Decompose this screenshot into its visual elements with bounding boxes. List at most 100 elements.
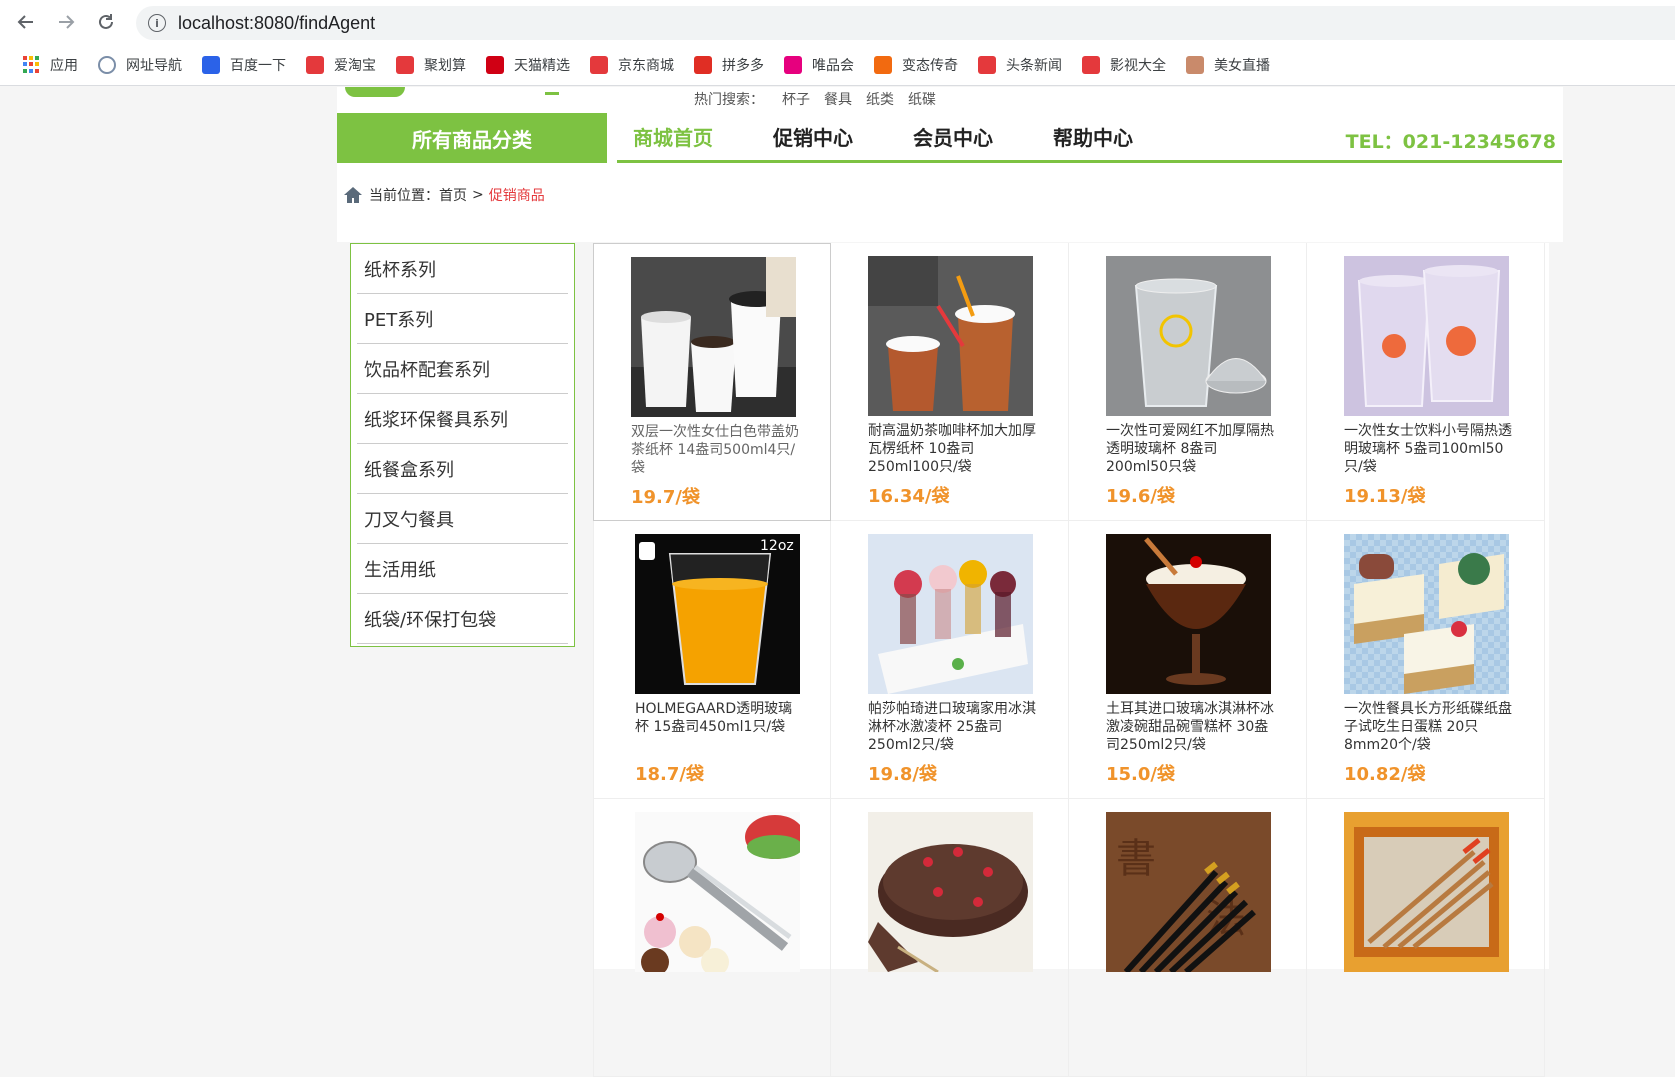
- product-price: 19.6/袋: [1106, 486, 1175, 507]
- hot-search: 热门搜索： 杯子 餐具 纸类 纸碟: [694, 89, 936, 109]
- hot-search-link[interactable]: 杯子: [782, 89, 810, 109]
- product-image[interactable]: [868, 812, 1033, 972]
- nav-help[interactable]: 帮助中心: [1053, 122, 1133, 151]
- hot-search-link[interactable]: 餐具: [824, 89, 852, 109]
- product-price: 19.7/袋: [631, 487, 700, 508]
- product-card[interactable]: [1307, 799, 1545, 1077]
- nav-members[interactable]: 会员中心: [913, 122, 993, 151]
- product-image[interactable]: [1344, 256, 1509, 416]
- product-image[interactable]: [868, 534, 1033, 694]
- product-name[interactable]: 双层一次性女仕白色带盖奶茶纸杯 14盎司500ml4只/袋: [631, 423, 801, 477]
- avatar-icon: [1186, 55, 1204, 74]
- bookmark-label: 头条新闻: [1006, 57, 1062, 74]
- product-image[interactable]: 12oz: [635, 534, 800, 694]
- bookmark-item[interactable]: 头条新闻: [970, 51, 1070, 79]
- product-price: 16.34/袋: [868, 486, 950, 507]
- product-image[interactable]: [635, 812, 800, 972]
- product-card[interactable]: 一次性女士饮料小号隔热透明玻璃杯 5盎司100ml50只/袋 19.13/袋: [1307, 243, 1545, 521]
- product-image[interactable]: [868, 256, 1033, 416]
- sidebar-item[interactable]: 生活用纸: [357, 544, 568, 594]
- play-icon: [1082, 55, 1100, 74]
- bookmark-label: 变态传奇: [902, 57, 958, 74]
- bookmark-item[interactable]: 百度一下: [194, 51, 294, 79]
- product-card[interactable]: 一次性餐具长方形纸碟纸盘子试吃生日蛋糕 20只8mm20个/袋 10.82/袋: [1307, 521, 1545, 799]
- url-text: localhost:8080/findAgent: [178, 12, 376, 33]
- sidebar-item[interactable]: 纸餐盒系列: [357, 444, 568, 494]
- pinduoduo-icon: [694, 55, 712, 74]
- bookmark-item[interactable]: 网址导航: [90, 51, 190, 79]
- sidebar-item[interactable]: 纸袋/环保打包袋: [357, 594, 568, 644]
- bookmark-item[interactable]: 美女直播: [1178, 51, 1278, 79]
- sidebar-item[interactable]: 刀叉勺餐具: [357, 494, 568, 544]
- product-card[interactable]: 一次性可爱网红不加厚隔热透明玻璃杯 8盎司200ml50只袋 19.6/袋: [1069, 243, 1307, 521]
- logo-fragment: [545, 87, 559, 95]
- bookmark-label: 拼多多: [722, 57, 764, 74]
- jd-icon: [590, 55, 608, 74]
- main-nav: 商城首页 促销中心 会员中心 帮助中心 TEL：021-12345678: [617, 113, 1562, 163]
- reload-icon[interactable]: [94, 10, 118, 34]
- product-image[interactable]: 書法: [1106, 812, 1271, 972]
- bookmark-label: 应用: [50, 57, 78, 74]
- vip-icon: [784, 55, 802, 74]
- product-card[interactable]: 双层一次性女仕白色带盖奶茶纸杯 14盎司500ml4只/袋 19.7/袋: [593, 243, 831, 521]
- juhuasuan-icon: [396, 55, 414, 74]
- sidebar-item[interactable]: 饮品杯配套系列: [357, 344, 568, 394]
- product-price: 15.0/袋: [1106, 764, 1175, 785]
- bookmarks-bar: 应用 网址导航 百度一下 爱淘宝 聚划算 天猫精选 京东商城 拼多多 唯品会 变态传奇 头条新闻 影视…: [0, 44, 1675, 86]
- product-name[interactable]: 一次性女士饮料小号隔热透明玻璃杯 5盎司100ml50只/袋: [1344, 422, 1514, 476]
- product-name[interactable]: 一次性可爱网红不加厚隔热透明玻璃杯 8盎司200ml50只袋: [1106, 422, 1276, 476]
- sidebar-item[interactable]: 纸杯系列: [357, 244, 568, 294]
- product-name[interactable]: 一次性餐具长方形纸碟纸盘子试吃生日蛋糕 20只8mm20个/袋: [1344, 700, 1514, 754]
- product-name[interactable]: 耐高温奶茶咖啡杯加大加厚瓦楞纸杯 10盎司250ml100只/袋: [868, 422, 1038, 476]
- bookmark-item[interactable]: 京东商城: [582, 51, 682, 79]
- product-card[interactable]: 土耳其进口玻璃冰淇淋杯冰激凌碗甜品碗雪糕杯 30盎司250ml2只/袋 15.0…: [1069, 521, 1307, 799]
- product-image[interactable]: [631, 257, 796, 417]
- all-categories-button[interactable]: 所有商品分类: [337, 113, 607, 163]
- nav-home[interactable]: 商城首页: [633, 122, 713, 151]
- bookmark-item[interactable]: 应用: [14, 51, 86, 79]
- sidebar-item[interactable]: PET系列: [357, 294, 568, 344]
- forward-arrow-icon[interactable]: [54, 10, 78, 34]
- bookmark-label: 百度一下: [230, 57, 286, 74]
- game-icon: [874, 55, 892, 74]
- product-image[interactable]: [1344, 534, 1509, 694]
- address-bar[interactable]: i localhost:8080/findAgent: [136, 6, 1675, 40]
- product-card[interactable]: [831, 799, 1069, 1077]
- bookmark-label: 影视大全: [1110, 57, 1166, 74]
- bookmark-item[interactable]: 天猫精选: [478, 51, 578, 79]
- product-card[interactable]: 耐高温奶茶咖啡杯加大加厚瓦楞纸杯 10盎司250ml100只/袋 16.34/袋: [831, 243, 1069, 521]
- apps-grid-icon: [22, 55, 40, 74]
- info-icon[interactable]: i: [148, 14, 166, 32]
- product-image[interactable]: [1344, 812, 1509, 972]
- product-name[interactable]: 帕莎帕琦进口玻璃家用冰淇淋杯冰激凌杯 25盎司250ml2只/袋: [868, 700, 1038, 754]
- breadcrumb-home[interactable]: 首页: [439, 185, 467, 205]
- hot-search-link[interactable]: 纸碟: [908, 89, 936, 109]
- baidu-paw-icon: [202, 55, 220, 74]
- back-arrow-icon[interactable]: [14, 10, 38, 34]
- sidebar-item[interactable]: 纸浆环保餐具系列: [357, 394, 568, 444]
- product-card[interactable]: 帕莎帕琦进口玻璃家用冰淇淋杯冰激凌杯 25盎司250ml2只/袋 19.8/袋: [831, 521, 1069, 799]
- product-name[interactable]: 土耳其进口玻璃冰淇淋杯冰激凌碗甜品碗雪糕杯 30盎司250ml2只/袋: [1106, 700, 1276, 754]
- bookmark-item[interactable]: 影视大全: [1074, 51, 1174, 79]
- bookmark-label: 京东商城: [618, 57, 674, 74]
- product-name[interactable]: HOLMEGAARD透明玻璃杯 15盎司450ml1只/袋: [635, 700, 805, 736]
- product-card[interactable]: [593, 799, 831, 1077]
- bookmark-item[interactable]: 唯品会: [776, 51, 862, 79]
- bookmark-item[interactable]: 聚划算: [388, 51, 474, 79]
- product-price: 10.82/袋: [1344, 764, 1426, 785]
- bookmark-item[interactable]: 拼多多: [686, 51, 772, 79]
- logo[interactable]: [345, 87, 405, 97]
- product-card[interactable]: 書法: [1069, 799, 1307, 1077]
- product-image[interactable]: [1106, 534, 1271, 694]
- bookmark-item[interactable]: 爱淘宝: [298, 51, 384, 79]
- product-image[interactable]: [1106, 256, 1271, 416]
- bookmark-item[interactable]: 变态传奇: [866, 51, 966, 79]
- product-card[interactable]: 12oz HOLMEGAARD透明玻璃杯 15盎司450ml1只/袋 18.7/…: [593, 521, 831, 799]
- page-content: 热门搜索： 杯子 餐具 纸类 纸碟 所有商品分类 商城首页 促销中心 会员中心 …: [0, 87, 1675, 1077]
- hot-search-link[interactable]: 纸类: [866, 89, 894, 109]
- browser-toolbar: i localhost:8080/findAgent: [0, 0, 1675, 44]
- bookmark-label: 网址导航: [126, 57, 182, 74]
- product-price: 18.7/袋: [635, 764, 704, 785]
- nav-promotions[interactable]: 促销中心: [773, 122, 853, 151]
- bookmark-label: 天猫精选: [514, 57, 570, 74]
